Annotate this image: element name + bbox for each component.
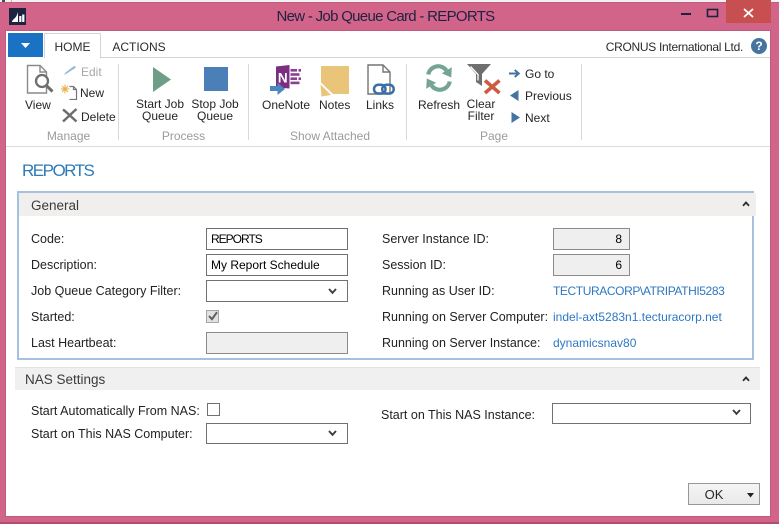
svg-text:N: N	[278, 71, 288, 86]
